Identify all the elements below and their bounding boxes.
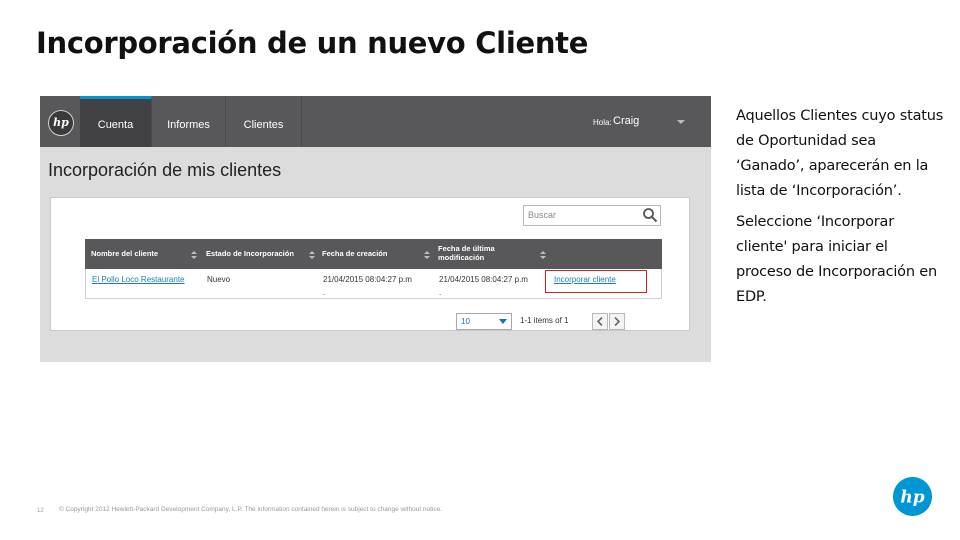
column-header-client[interactable]: Nombre del cliente (91, 239, 191, 269)
hp-app-logo[interactable]: hp (48, 110, 74, 136)
tab-clientes[interactable]: Clientes (226, 96, 302, 147)
created-date-cell: 21/04/2015 08:04:27 p.m (323, 275, 412, 284)
tab-cuenta[interactable]: Cuenta (80, 96, 152, 147)
modified-date-extra: . (439, 288, 442, 297)
slide-title: Incorporación de un nuevo Cliente (36, 26, 589, 60)
column-header-status[interactable]: Estado de Incorporación (206, 239, 316, 269)
sort-icon[interactable] (191, 251, 197, 259)
hp-logo-text: hp (900, 488, 924, 508)
greeting-label: Hola: (593, 118, 612, 127)
sort-icon[interactable] (540, 251, 546, 259)
clients-panel: Buscar Nombre del cliente Estado de Inco… (50, 197, 690, 331)
column-header-action (552, 239, 652, 269)
instruction-paragraph: Aquellos Clientes cuyo status de Oportun… (736, 108, 944, 199)
app-screenshot: hp Cuenta Informes Clientes Hola: Craig … (40, 96, 711, 362)
instruction-paragraph: Seleccione ‘Incorporar cliente' para ini… (736, 214, 937, 305)
table-row: El Pollo Loco Restaurante Nuevo 21/04/20… (85, 269, 662, 299)
top-navbar: hp Cuenta Informes Clientes Hola: Craig (40, 96, 711, 147)
tab-informes[interactable]: Informes (152, 96, 226, 147)
instructions-text: Aquellos Clientes cuyo status de Oportun… (736, 104, 946, 316)
hp-logo: hp (893, 477, 932, 516)
sort-icon[interactable] (309, 251, 315, 259)
chevron-down-icon (499, 319, 507, 324)
modified-date-cell: 21/04/2015 08:04:27 p.m (439, 275, 528, 284)
caret-down-icon[interactable] (677, 120, 685, 124)
search-input[interactable]: Buscar (523, 205, 661, 226)
chevron-right-icon (614, 317, 621, 326)
page-title: Incorporación de mis clientes (48, 160, 282, 180)
created-date-extra: . (323, 288, 326, 297)
page-size-value: 10 (461, 317, 470, 326)
column-header-created[interactable]: Fecha de creación (322, 239, 412, 269)
column-header-modified[interactable]: Fecha de última modificación (438, 239, 518, 269)
client-name-link[interactable]: El Pollo Loco Restaurante (92, 275, 185, 284)
search-placeholder: Buscar (528, 210, 557, 220)
page-number: 12 (37, 508, 44, 514)
user-name[interactable]: Craig (613, 115, 639, 127)
sort-icon[interactable] (424, 251, 430, 259)
status-cell: Nuevo (207, 275, 231, 284)
pagination-info: 1-1 items of 1 (520, 316, 569, 325)
table-header: Nombre del cliente Estado de Incorporaci… (85, 239, 662, 269)
page-size-select[interactable]: 10 (456, 313, 512, 330)
next-page-button[interactable] (609, 313, 625, 330)
onboarding-table: Nombre del cliente Estado de Incorporaci… (85, 239, 662, 299)
search-icon[interactable] (642, 207, 658, 223)
prev-page-button[interactable] (592, 313, 608, 330)
copyright-notice: © Copyright 2012 Hewlett-Packard Develop… (59, 506, 443, 513)
highlight-box (545, 270, 647, 293)
chevron-left-icon (596, 317, 603, 326)
